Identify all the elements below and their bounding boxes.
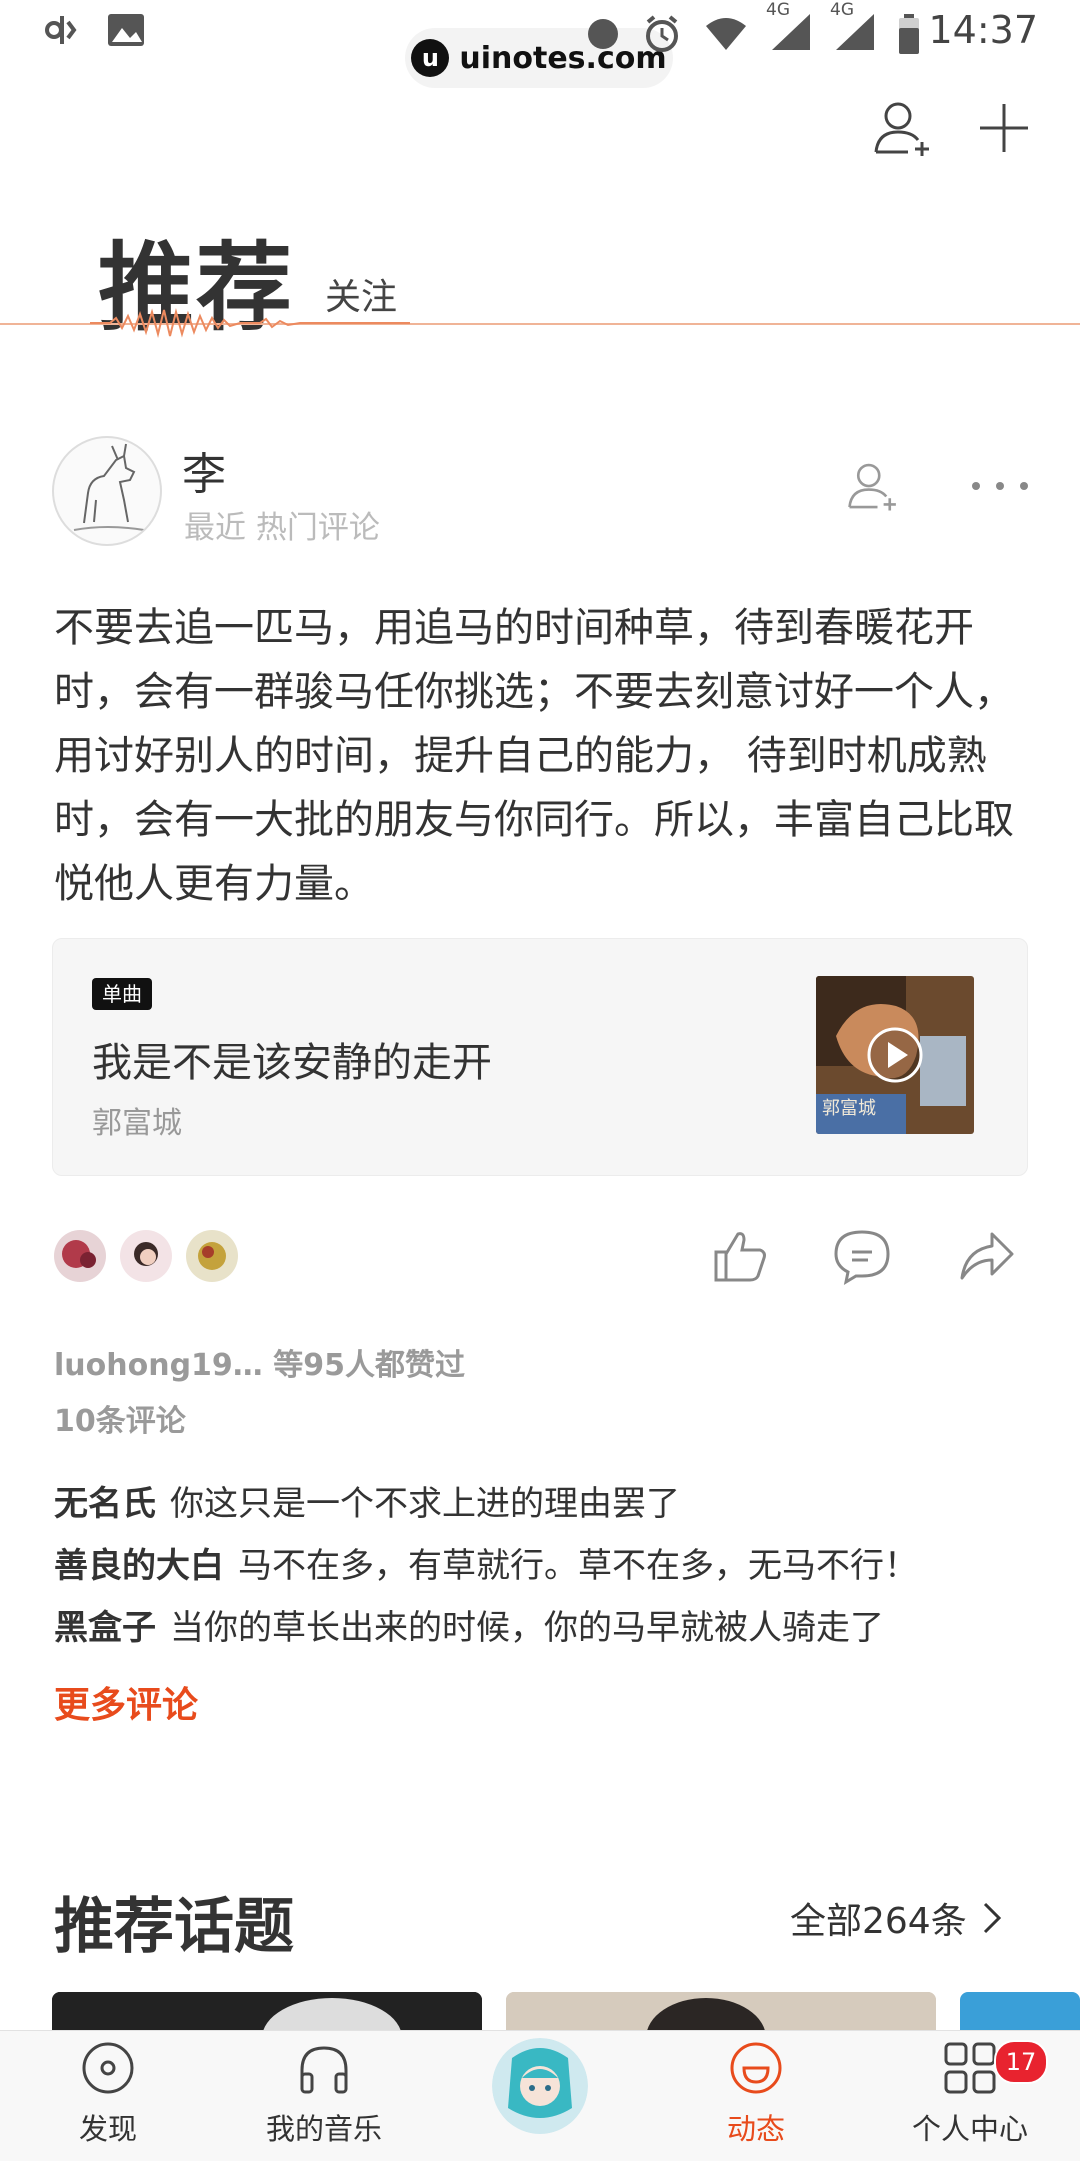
likes-summary[interactable]: luohong19… 等95人都赞过 [54,1340,465,1384]
liker-avatar[interactable] [118,1228,174,1284]
topics-all-label: 全部264条 [790,1901,967,1942]
now-playing-avatar[interactable] [492,2038,588,2134]
nav-my-music-label: 我的音乐 [265,2112,382,2146]
comment-author[interactable]: 无名氏 [54,1484,156,1524]
share-icon[interactable] [956,1226,1016,1286]
album-cover-text: 郭富城 [822,1098,876,1119]
post-text: 不要去追一匹马，用追马的时间种草，待到春暖花开时，会有一群骏马任你挑选；不要去刻… [54,605,1014,907]
network-type-2: 4G [830,0,854,20]
comment-item[interactable]: 无名氏 你这只是一个不求上进的理由罢了 [54,1476,680,1525]
status-bar: u uinotes.com 4G 4G 14:37 [0,0,1080,88]
status-right-icons: 4G 4G [586,0,920,56]
status-left-icons [44,10,146,50]
disc-icon [82,2042,134,2094]
watermark-logo-icon: u [411,39,450,77]
plus-icon[interactable] [972,96,1036,160]
nav-discover-label: 发现 [78,2112,137,2146]
song-title: 我是不是该安静的走开 [92,1040,492,1086]
post-meta: 最近 热门评论 [184,510,380,546]
comment-author[interactable]: 黑盒子 [54,1608,156,1648]
notification-badge: 17 [994,2040,1048,2084]
more-options-icon[interactable] [968,476,1032,496]
liker-avatar[interactable] [184,1228,240,1284]
topics-all-link[interactable]: 全部264条 [790,1892,1003,1944]
liker-avatar[interactable] [52,1228,108,1284]
voicemail-icon [45,16,77,44]
nav-my-music[interactable]: 我的音乐 [234,2040,414,2148]
song-tag: 单曲 [92,978,152,1010]
battery-icon [899,14,919,54]
tab-active-waveform [90,308,410,338]
comments-count[interactable]: 10条评论 [54,1396,186,1440]
comment-text: 你这只是一个不求上进的理由罢了 [170,1484,680,1524]
follow-user-icon[interactable] [846,458,902,514]
comment-text: 当你的草长出来的时候，你的马早就被人骑走了 [170,1608,884,1648]
smile-icon [730,2042,782,2094]
image-icon [108,14,144,46]
topics-title: 推荐话题 [54,1892,294,1962]
alarm-icon [646,15,678,52]
network-type-1: 4G [766,0,790,20]
comment-item[interactable]: 黑盒子 当你的草长出来的时候，你的马早就被人骑走了 [54,1600,884,1649]
nav-profile-label: 个人中心 [911,2112,1028,2146]
like-icon[interactable] [710,1226,770,1286]
grid-icon [944,2042,996,2094]
comment-text: 马不在多，有草就行。草不在多，无马不行！ [238,1546,918,1586]
post-username[interactable]: 李 [182,438,226,502]
song-artist: 郭富城 [92,1106,182,1141]
more-comments-link[interactable]: 更多评论 [54,1676,198,1728]
moon-icon [588,19,618,49]
comment-author[interactable]: 善良的大白 [54,1546,224,1586]
comment-icon[interactable] [832,1226,892,1286]
user-avatar[interactable] [52,436,162,546]
nav-feed[interactable]: 动态 [666,2040,846,2148]
chevron-right-icon [983,1902,1001,1934]
nav-feed-label: 动态 [726,2112,785,2146]
headphones-icon [300,2046,348,2094]
wifi-icon [706,18,746,50]
album-cover[interactable]: 郭富城 [816,976,974,1134]
add-user-icon[interactable] [872,96,936,160]
status-time: 14:37 [928,8,1038,52]
comment-item[interactable]: 善良的大白 马不在多，有草就行。草不在多，无马不行！ [54,1538,918,1587]
nav-discover[interactable]: 发现 [18,2040,198,2148]
